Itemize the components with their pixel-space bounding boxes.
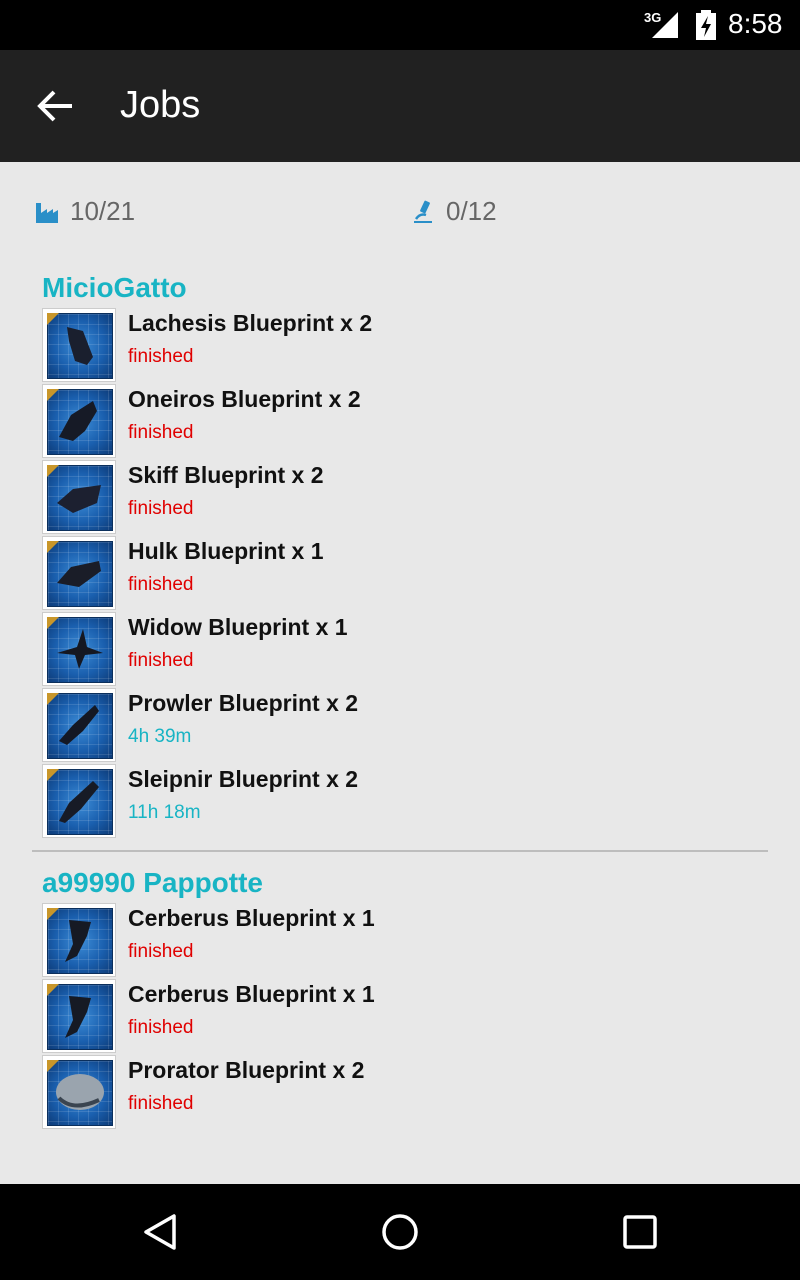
system-nav-bar	[0, 1184, 800, 1280]
ship-thumbnail	[42, 384, 116, 458]
network-type: 3G	[644, 10, 662, 25]
ship-thumbnail	[42, 612, 116, 686]
ship-thumbnail	[42, 903, 116, 977]
job-status: finished	[128, 498, 194, 519]
research-counter: 0/12	[410, 196, 497, 227]
job-name: Prorator Blueprint x 2	[128, 1057, 365, 1083]
circle-home-icon[interactable]	[380, 1212, 420, 1252]
job-name: Cerberus Blueprint x 1	[128, 981, 375, 1007]
ship-thumbnail	[42, 460, 116, 534]
job-name: Cerberus Blueprint x 1	[128, 905, 375, 931]
status-bar: 3G 8:58	[0, 0, 800, 50]
job-row[interactable]: Skiff Blueprint x 2 finished	[42, 460, 762, 536]
job-status: finished	[128, 346, 194, 367]
triangle-back-icon[interactable]	[140, 1212, 180, 1252]
job-status: finished	[128, 422, 194, 443]
job-name: Lachesis Blueprint x 2	[128, 310, 373, 336]
job-summary: 10/21 0/12	[0, 196, 800, 236]
ship-thumbnail	[42, 979, 116, 1053]
job-status: finished	[128, 941, 194, 962]
job-status: 4h 39m	[128, 726, 192, 747]
job-name: Skiff Blueprint x 2	[128, 462, 324, 488]
job-status: finished	[128, 650, 194, 671]
arrow-left-icon[interactable]	[36, 86, 76, 126]
microscope-icon	[414, 200, 432, 223]
job-row[interactable]: Widow Blueprint x 1 finished	[42, 612, 762, 688]
app-toolbar: Jobs	[0, 50, 800, 162]
job-name: Widow Blueprint x 1	[128, 614, 348, 640]
job-name: Prowler Blueprint x 2	[128, 690, 359, 716]
research-value: 0/12	[446, 196, 497, 226]
battery-icon	[695, 10, 717, 40]
group-divider	[32, 850, 768, 852]
ship-thumbnail	[42, 308, 116, 382]
job-row[interactable]: Sleipnir Blueprint x 2 11h 18m	[42, 764, 762, 840]
job-status: 11h 18m	[128, 802, 201, 823]
job-row[interactable]: Lachesis Blueprint x 2 finished	[42, 308, 762, 384]
group-header: a99990 Pappotte	[42, 867, 263, 898]
ship-thumbnail	[42, 536, 116, 610]
job-name: Oneiros Blueprint x 2	[128, 386, 361, 412]
job-status: finished	[128, 1017, 194, 1038]
job-row[interactable]: Cerberus Blueprint x 1 finished	[42, 903, 762, 979]
factory-icon	[36, 202, 58, 223]
ship-thumbnail	[42, 688, 116, 762]
clock: 8:58	[728, 8, 783, 39]
job-row[interactable]: Cerberus Blueprint x 1 finished	[42, 979, 762, 1055]
page-title: Jobs	[120, 84, 201, 126]
signal-icon: 3G	[644, 10, 680, 40]
job-name: Sleipnir Blueprint x 2	[128, 766, 359, 792]
manufacturing-value: 10/21	[70, 196, 136, 226]
ship-thumbnail	[42, 1055, 116, 1129]
square-recents-icon[interactable]	[620, 1212, 660, 1252]
job-row[interactable]: Prowler Blueprint x 2 4h 39m	[42, 688, 762, 764]
job-row[interactable]: Oneiros Blueprint x 2 finished	[42, 384, 762, 460]
job-row[interactable]: Prorator Blueprint x 2 finished	[42, 1055, 762, 1131]
job-row[interactable]: Hulk Blueprint x 1 finished	[42, 536, 762, 612]
job-status: finished	[128, 1093, 194, 1114]
group-header: MicioGatto	[42, 272, 187, 303]
manufacturing-counter: 10/21	[34, 196, 135, 227]
ship-thumbnail	[42, 764, 116, 838]
job-status: finished	[128, 574, 194, 595]
job-name: Hulk Blueprint x 1	[128, 538, 324, 564]
